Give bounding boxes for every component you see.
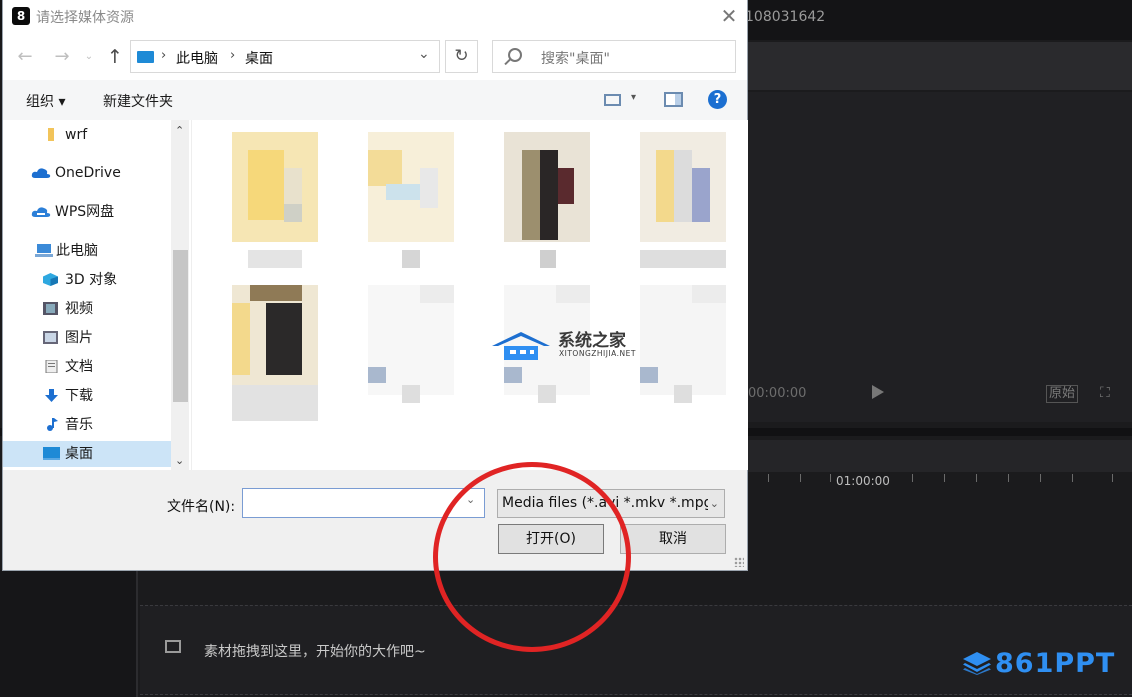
breadcrumb-item[interactable]: 桌面 xyxy=(245,48,273,68)
ruler-tick xyxy=(912,474,913,482)
resize-grip-icon[interactable] xyxy=(734,557,744,567)
project-id: 108031642 xyxy=(745,9,826,25)
ruler-tick xyxy=(800,474,801,482)
command-toolbar: 组织 ▾ 新建文件夹 ▾ ? xyxy=(3,80,747,120)
file-thumbnail[interactable] xyxy=(368,132,454,270)
track-placeholder: 素材拖拽到这里，开始你的大作吧~ xyxy=(204,644,426,660)
scroll-up-chevron-icon[interactable]: ⌃ xyxy=(175,124,184,137)
download-icon xyxy=(45,389,58,402)
file-thumbnail[interactable] xyxy=(368,285,454,423)
preview-pane-icon[interactable] xyxy=(664,92,683,107)
site-watermark: 系统之家 XITONGZHIJIA.NET xyxy=(490,324,650,369)
play-icon[interactable] xyxy=(872,385,884,399)
file-list xyxy=(191,120,748,470)
file-thumbnail[interactable] xyxy=(232,285,318,423)
watermark-name: 系统之家 xyxy=(558,331,626,351)
address-bar[interactable]: › 此电脑 › 桌面 ⌄ xyxy=(130,40,440,73)
ruler-tick xyxy=(1072,474,1073,482)
brand-watermark-text: 861PPT xyxy=(995,648,1116,679)
close-button[interactable]: ✕ xyxy=(716,2,742,30)
computer-icon xyxy=(137,51,154,63)
back-arrow-icon[interactable]: ← xyxy=(14,46,36,68)
organize-menu[interactable]: 组织 ▾ xyxy=(26,91,65,111)
navigation-pane: wrf OneDrive WPS网盘 此电脑 3D 对象 视频 图片 文档 下载… xyxy=(3,120,191,470)
navigation-bar: ← → ⌄ ↑ › 此电脑 › 桌面 ⌄ ↻ 搜索"桌面" xyxy=(3,36,747,78)
nav-item-documents[interactable]: 文档 xyxy=(3,354,171,380)
nav-item-music[interactable]: 音乐 xyxy=(3,412,171,438)
dialog-footer: 文件名(N): ⌄ Media files (*.avi *.mkv *.mpg… xyxy=(3,470,747,570)
recent-locations-chevron-icon[interactable]: ⌄ xyxy=(82,46,96,68)
view-mode-dropdown-icon[interactable]: ▾ xyxy=(631,92,636,103)
desktop-icon xyxy=(43,447,60,460)
nav-item-this-pc[interactable]: 此电脑 xyxy=(3,238,171,264)
folder-icon xyxy=(48,128,54,141)
ratio-button[interactable]: 原始 xyxy=(1046,385,1079,403)
music-icon xyxy=(47,418,58,431)
file-thumbnail[interactable] xyxy=(504,132,590,270)
ruler-tick xyxy=(976,474,977,482)
nav-item-3d-objects[interactable]: 3D 对象 xyxy=(3,267,171,293)
watermark-url: XITONGZHIJIA.NET xyxy=(559,349,636,358)
app-logo-icon: 8 xyxy=(12,7,30,25)
nav-item-onedrive[interactable]: OneDrive xyxy=(3,160,171,186)
film-icon xyxy=(165,640,181,653)
player-panel-header xyxy=(745,42,1132,90)
breadcrumb-chevron-icon[interactable]: › xyxy=(161,48,166,63)
fullscreen-icon[interactable]: ⛶ xyxy=(1100,385,1110,401)
search-box[interactable]: 搜索"桌面" xyxy=(492,40,736,73)
nav-item-pictures[interactable]: 图片 xyxy=(3,325,171,351)
search-icon xyxy=(508,48,522,62)
brand-watermark: 861PPT xyxy=(962,648,1115,679)
address-dropdown-chevron-icon[interactable]: ⌄ xyxy=(418,46,430,62)
scroll-down-chevron-icon[interactable]: ⌄ xyxy=(175,454,184,467)
file-open-dialog: 8 请选择媒体资源 ✕ ← → ⌄ ↑ › 此电脑 › 桌面 ⌄ ↻ 搜索"桌面… xyxy=(3,0,748,570)
breadcrumb-item[interactable]: 此电脑 xyxy=(176,48,218,68)
ruler-tick xyxy=(768,474,769,482)
house-logo-icon xyxy=(492,332,550,360)
file-thumbnail[interactable] xyxy=(640,132,726,270)
ruler-tick xyxy=(830,474,831,482)
help-icon[interactable]: ? xyxy=(708,90,727,109)
dialog-titlebar[interactable]: 8 请选择媒体资源 ✕ xyxy=(3,0,747,34)
dialog-title: 请选择媒体资源 xyxy=(36,10,134,26)
filename-label: 文件名(N): xyxy=(167,499,236,515)
cancel-button[interactable]: 取消 xyxy=(620,524,726,554)
picture-icon xyxy=(43,331,58,344)
nav-pane-scroll-thumb[interactable] xyxy=(173,250,188,402)
up-arrow-icon[interactable]: ↑ xyxy=(104,46,126,68)
timeline-divider xyxy=(136,570,138,697)
timeline-left-bar xyxy=(0,570,136,697)
file-thumbnail[interactable] xyxy=(640,285,726,423)
red-annotation-circle xyxy=(433,462,631,652)
nav-item-wps-drive[interactable]: WPS网盘 xyxy=(3,199,171,225)
cube-icon xyxy=(43,273,58,286)
search-placeholder: 搜索"桌面" xyxy=(541,51,610,67)
player-preview xyxy=(745,92,1132,422)
new-folder-button[interactable]: 新建文件夹 xyxy=(103,91,173,111)
document-icon xyxy=(45,360,58,373)
nav-item-downloads[interactable]: 下载 xyxy=(3,383,171,409)
nav-item-wrf[interactable]: wrf xyxy=(3,122,171,148)
video-icon xyxy=(43,302,58,315)
view-mode-icon[interactable] xyxy=(604,94,621,106)
ruler-tick xyxy=(1112,474,1113,482)
ruler-tick xyxy=(944,474,945,482)
nav-item-videos[interactable]: 视频 xyxy=(3,296,171,322)
ruler-tick xyxy=(1008,474,1009,482)
stack-logo-icon xyxy=(963,652,991,675)
forward-arrow-icon[interactable]: → xyxy=(51,46,73,68)
timeline-toolbar xyxy=(745,440,1132,472)
refresh-icon[interactable]: ↻ xyxy=(445,40,478,73)
timeline-ruler-label: 01:00:00 xyxy=(836,474,890,488)
breadcrumb-chevron-icon[interactable]: › xyxy=(230,48,235,63)
cloud-icon xyxy=(31,168,51,178)
nav-item-desktop[interactable]: 桌面 xyxy=(3,441,171,467)
filetype-chevron-icon: ⌄ xyxy=(707,490,719,517)
player-time: 00:00:00 xyxy=(748,386,807,401)
cloud-drive-icon xyxy=(31,207,51,217)
computer-icon xyxy=(35,244,53,257)
ruler-tick xyxy=(1040,474,1041,482)
file-thumbnail[interactable] xyxy=(232,132,318,270)
